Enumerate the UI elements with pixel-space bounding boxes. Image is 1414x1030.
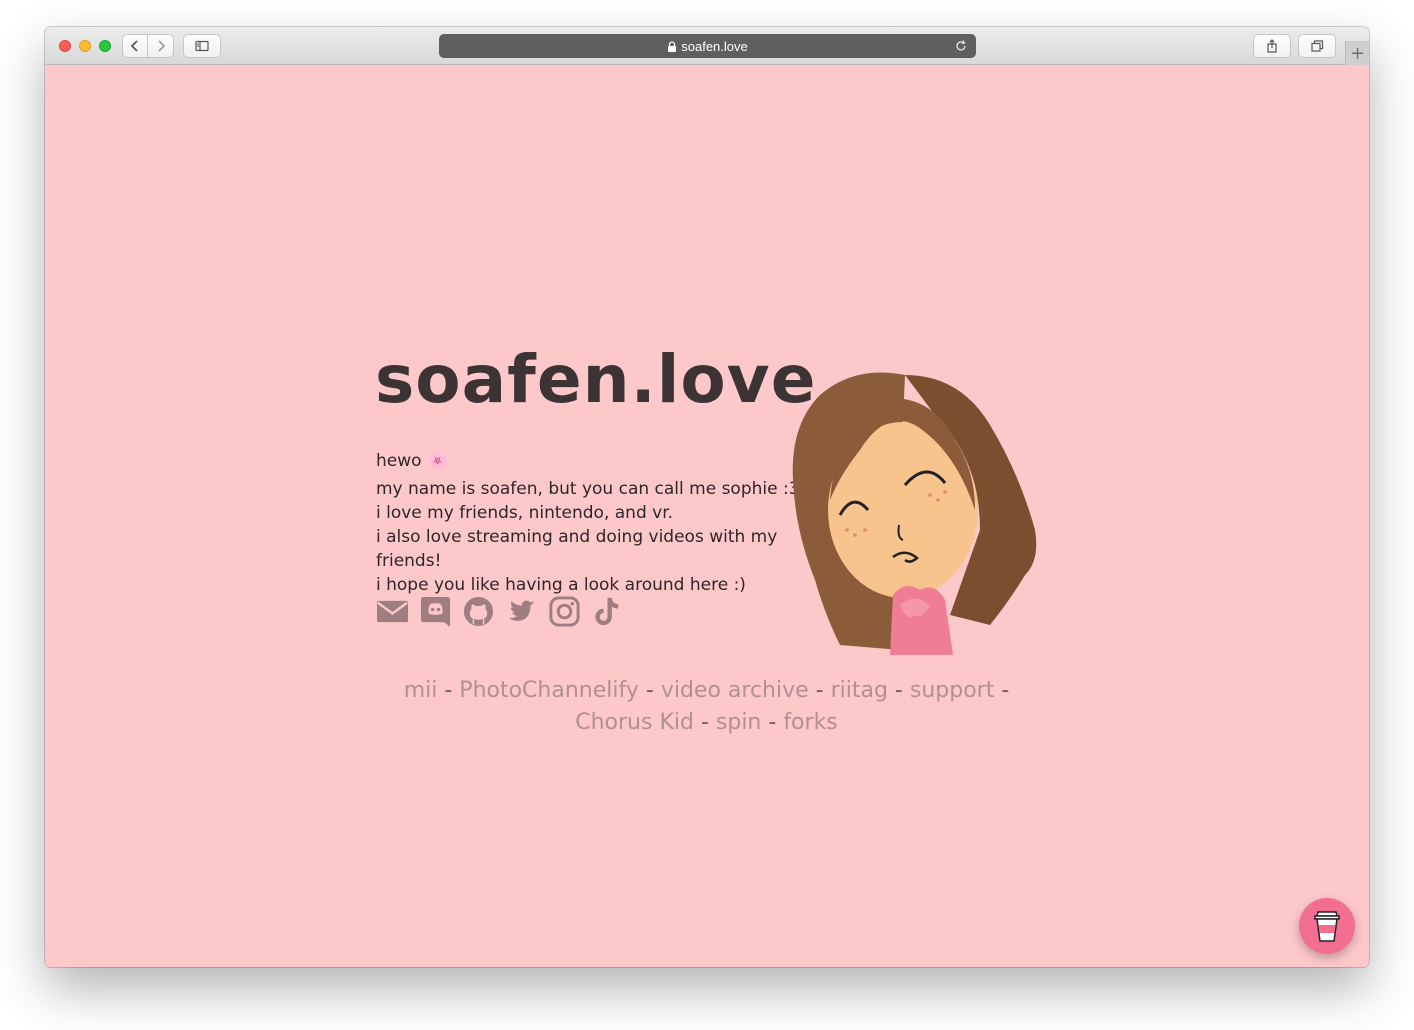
share-icon (1267, 39, 1277, 53)
tiktok-icon[interactable] (591, 595, 624, 628)
link-separator: - (808, 678, 831, 703)
email-icon[interactable] (376, 595, 409, 628)
link-separator: - (693, 710, 716, 735)
lock-icon (668, 40, 677, 52)
link-separator: - (994, 678, 1010, 703)
reload-icon[interactable] (954, 39, 968, 53)
link-riitag[interactable]: riitag (831, 678, 888, 703)
forward-button[interactable] (148, 34, 174, 58)
discord-icon[interactable] (419, 595, 452, 628)
link-separator: - (638, 678, 661, 703)
link-separator: - (761, 710, 784, 735)
buy-me-a-coffee-button[interactable] (1299, 898, 1355, 954)
minimize-window-button[interactable] (79, 40, 91, 52)
share-button[interactable] (1253, 34, 1291, 58)
chevron-right-icon (157, 40, 165, 52)
link-spin[interactable]: spin (716, 710, 761, 735)
github-icon[interactable] (462, 595, 495, 628)
tabs-overview-button[interactable] (1298, 34, 1336, 58)
plus-icon: + (1349, 42, 1366, 64)
browser-toolbar: soafen.love + (45, 27, 1369, 65)
twitter-icon[interactable] (505, 595, 538, 628)
greeting: hewo 🌸 (376, 451, 449, 471)
intro-text: hewo 🌸 my name is soafen, but you can ca… (376, 449, 816, 597)
link-support[interactable]: support (910, 678, 994, 703)
link-chorus-kid[interactable]: Chorus Kid (575, 710, 694, 735)
link-mii[interactable]: mii (404, 678, 438, 703)
back-button[interactable] (122, 34, 148, 58)
page-content: soafen.love hewo 🌸 my name is soafen, bu… (45, 65, 1369, 967)
footer-links: mii - PhotoChannelify - video archive - … (375, 675, 1038, 739)
intro-line: i hope you like having a look around her… (376, 575, 746, 595)
instagram-icon[interactable] (548, 595, 581, 628)
link-video-archive[interactable]: video archive (661, 678, 809, 703)
browser-window: soafen.love + soafen.love hewo 🌸 my name… (45, 27, 1369, 967)
chevron-left-icon (130, 40, 138, 52)
social-links (376, 595, 624, 628)
intro-line: i also love streaming and doing videos w… (376, 527, 778, 571)
sidebar-icon (195, 40, 209, 52)
tabs-icon (1311, 40, 1324, 52)
maximize-window-button[interactable] (99, 40, 111, 52)
mii-avatar-image (792, 372, 1037, 655)
link-separator: - (887, 678, 910, 703)
site-title: soafen.love (375, 341, 817, 418)
link-photochannelify[interactable]: PhotoChannelify (459, 678, 639, 703)
url-text: soafen.love (681, 38, 748, 54)
new-tab-button[interactable]: + (1345, 41, 1369, 65)
link-forks[interactable]: forks (783, 710, 837, 735)
link-separator: - (437, 678, 460, 703)
coffee-cup-icon (1314, 911, 1340, 942)
sidebar-button[interactable] (183, 34, 221, 58)
address-bar[interactable]: soafen.love (439, 34, 976, 58)
close-window-button[interactable] (59, 40, 71, 52)
intro-line: i love my friends, nintendo, and vr. (376, 503, 674, 523)
intro-line: my name is soafen, but you can call me s… (376, 479, 800, 499)
